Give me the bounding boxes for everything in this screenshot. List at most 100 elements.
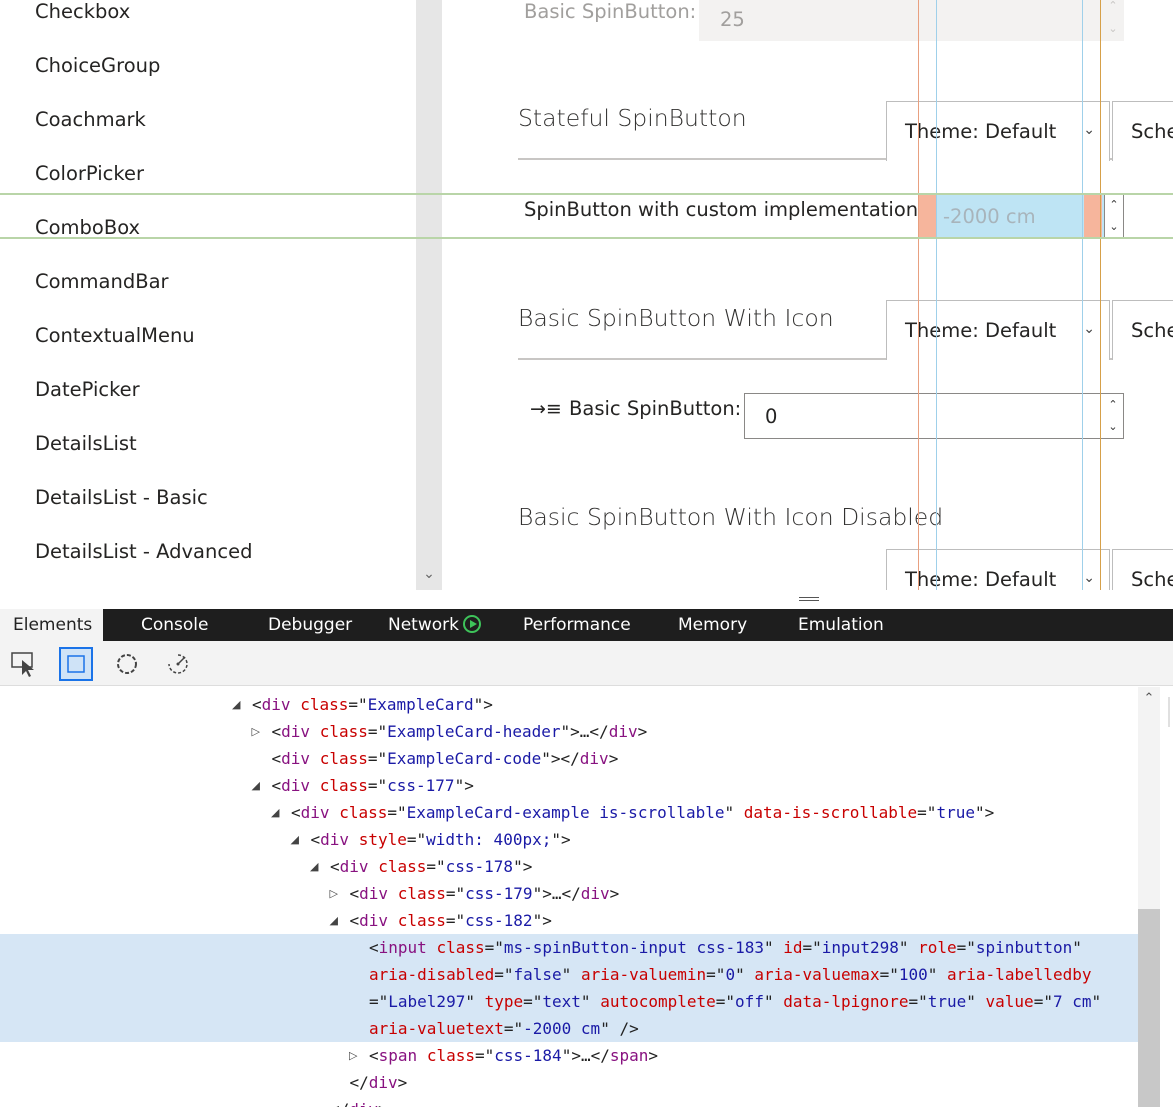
dom-node-code: aria-disabled="false" aria-valuemin="0" … [369,965,1092,984]
nav-item-checkbox[interactable]: Checkbox [35,0,130,24]
theme-dropdown[interactable]: Theme: Default ⌄ [886,101,1110,161]
theme-dropdown[interactable]: Theme: Default ⌄ [886,549,1110,590]
expand-triangle-icon[interactable]: ▷ [330,880,338,907]
scrollbar-thumb[interactable] [1138,909,1160,1107]
custom-spin-label: SpinButton with custom implementation: [524,198,925,221]
dom-node-code: <div class="ExampleCard-example is-scrol… [291,803,995,822]
dom-node-row[interactable]: ▷ <div class="ExampleCard-header">…</div> [0,718,1138,745]
side-pane-edge [1160,687,1173,1107]
dom-node-row[interactable]: </div> [0,1069,1138,1096]
theme-dropdown[interactable]: Theme: Default ⌄ [886,300,1110,360]
chevron-down-icon[interactable]: ⌄ [416,566,442,582]
custom-spin-input[interactable]: -2000 cm ⌃ ⌄ [919,193,1124,239]
tab-network[interactable]: Network [388,609,481,641]
collapse-triangle-icon[interactable]: ◢ [232,691,240,718]
dom-node-row-selected[interactable]: aria-disabled="false" aria-valuemin="0" … [0,961,1138,988]
nav-item-choicegroup[interactable]: ChoiceGroup [35,54,160,78]
dom-node-row[interactable]: ◢ <div style="width: 400px;"> [0,826,1138,853]
dom-node-row[interactable]: ◢ <div class="css-177"> [0,772,1138,799]
dom-node-code: <div class="css-178"> [330,857,533,876]
padding-guide-line [1082,0,1083,590]
dom-node-code: <div class="ExampleCard-header">…</div> [271,722,648,741]
scheme-dropdown[interactable]: Sche [1112,300,1173,360]
dom-scrollbar[interactable]: ⌃ [1138,687,1160,1107]
dom-node-row[interactable]: <div class="ExampleCard-code"></div> [0,745,1138,772]
chevron-down-icon[interactable]: ⌄ [1103,18,1123,41]
nav-item-datepicker[interactable]: DatePicker [35,378,140,402]
collapse-triangle-icon[interactable]: ◢ [252,772,260,799]
main-content: Basic SpinButton: 25 ⌃ ⌄ Stateful SpinBut… [442,0,1173,590]
box-model-icon[interactable] [59,647,93,681]
select-element-icon[interactable] [8,647,42,681]
row-guide-line [0,237,1173,239]
dom-node-code: </div> [330,1096,388,1107]
collapse-triangle-icon[interactable]: ◢ [310,853,318,880]
expand-triangle-icon[interactable]: ▷ [252,718,260,745]
dom-node-row-selected[interactable]: <input class="ms-spinButton-input css-18… [0,934,1138,961]
color-picker-icon[interactable] [110,647,144,681]
section-title-icon-disabled: Basic SpinButton With Icon Disabled [518,503,944,531]
nav-item-detailslist-basic[interactable]: DetailsList - Basic [35,486,208,510]
dom-node-row[interactable]: ◢ <div class="ExampleCard-example is-scro… [0,799,1138,826]
tab-emulation[interactable]: Emulation [798,609,884,641]
devtools-toolbar [0,641,1173,686]
nav-item-contextualmenu[interactable]: ContextualMenu [35,324,195,348]
nav-item-coachmark[interactable]: Coachmark [35,108,146,132]
collapse-triangle-icon[interactable]: ◢ [271,799,279,826]
dom-node-row[interactable]: ▷ <span class="css-184">…</span> [0,1042,1138,1069]
expand-triangle-icon[interactable]: ▷ [349,1042,357,1069]
devtools-splitter[interactable] [0,590,1173,609]
section-title-with-icon: Basic SpinButton With Icon [518,304,834,332]
dom-node-row[interactable]: ◢ <div class="css-182"> [0,907,1138,934]
tab-network-label: Network [388,615,459,635]
section-title-stateful: Stateful SpinButton [518,104,747,132]
icon-spin-label: Basic SpinButton: [569,397,742,420]
dom-node-row-selected[interactable]: aria-valuetext="-2000 cm" /> [0,1015,1138,1042]
tab-memory[interactable]: Memory [678,609,747,641]
tab-console[interactable]: Console [141,609,209,641]
dom-node-row[interactable]: ▷ <div class="css-179">…</div> [0,880,1138,907]
accessibility-icon[interactable] [161,647,195,681]
chevron-up-icon[interactable]: ⌃ [1103,394,1123,416]
nav-item-detailslist-advanced[interactable]: DetailsList - Advanced [35,540,252,564]
dom-node-row[interactable]: ◢ <div class="ExampleCard"> [0,691,1138,718]
dom-tree[interactable]: ◢ <div class="ExampleCard"> ▷ <div class="E… [0,687,1138,1107]
dom-node-row[interactable]: ◢ <div class="css-178"> [0,853,1138,880]
drag-handle-icon[interactable] [799,597,819,601]
chevron-down-icon: ⌄ [1083,122,1095,138]
chevron-up-icon[interactable]: ⌃ [1105,194,1123,216]
chevron-up-icon[interactable]: ⌃ [1138,691,1160,706]
dom-node-code: <span class="css-184">…</span> [369,1046,659,1065]
icon-spin-input[interactable]: 0 ⌃ ⌄ [744,393,1124,439]
chevron-down-icon: ⌄ [1083,321,1095,337]
spin-arrows[interactable]: ⌃ ⌄ [1103,0,1123,40]
top-spin-label: Basic SpinButton: [524,0,697,23]
padding-guide-line [936,0,937,590]
spin-arrows[interactable]: ⌃ ⌄ [1103,394,1123,438]
collapse-triangle-icon[interactable]: ◢ [330,907,338,934]
nav-item-commandbar[interactable]: CommandBar [35,270,169,294]
chevron-down-icon[interactable]: ⌄ [1103,416,1123,438]
top-spin-input[interactable]: 25 ⌃ ⌄ [699,0,1124,41]
tab-debugger[interactable]: Debugger [268,609,352,641]
dom-node-code: ="Label297" type="text" autocomplete="of… [369,992,1102,1011]
dom-node-row[interactable]: </div> [0,1096,1138,1107]
record-play-icon[interactable] [462,615,481,633]
margin-guide-line [1100,0,1101,590]
nav-scrollbar[interactable]: ⌄ [416,0,442,590]
dom-node-code: aria-valuetext="-2000 cm" /> [369,1019,639,1038]
nav-item-detailslist[interactable]: DetailsList [35,432,137,456]
dom-node-code: <div style="width: 400px;"> [310,830,571,849]
nav-item-colorpicker[interactable]: ColorPicker [35,162,144,186]
scheme-dropdown[interactable]: Sche [1112,549,1173,590]
margin-guide-line [918,0,919,590]
dom-node-row-selected[interactable]: ="Label297" type="text" autocomplete="of… [0,988,1138,1015]
tab-performance[interactable]: Performance [523,609,631,641]
dom-node-code: <input class="ms-spinButton-input css-18… [369,938,1082,957]
spin-arrows[interactable]: ⌃ ⌄ [1104,193,1124,239]
tab-elements[interactable]: Elements [0,609,103,641]
chevron-down-icon[interactable]: ⌄ [1105,216,1123,238]
chevron-up-icon[interactable]: ⌃ [1103,0,1123,18]
scheme-dropdown[interactable]: Sche [1112,101,1173,161]
collapse-triangle-icon[interactable]: ◢ [291,826,299,853]
